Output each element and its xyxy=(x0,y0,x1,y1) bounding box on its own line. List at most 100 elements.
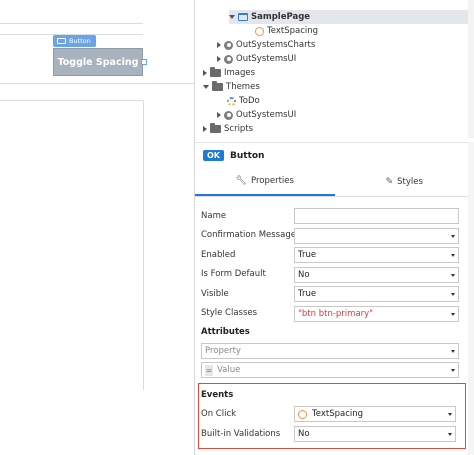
property-label: Enabled xyxy=(201,249,236,260)
chevron-down-icon[interactable] xyxy=(229,15,235,19)
visible-select[interactable]: True xyxy=(294,286,459,302)
canvas-guide-line xyxy=(0,83,194,84)
right-panel: SamplePage TextSpacing OutSystemsCharts … xyxy=(195,0,474,455)
property-label: Confirmation Message xyxy=(201,230,294,241)
dropdown-arrow-icon xyxy=(451,273,455,277)
tree-item-label: ToDo xyxy=(239,96,260,106)
events-section-title: Events xyxy=(201,390,234,400)
tree-item-label: OutSystemsCharts xyxy=(236,40,316,50)
dropdown-arrow-icon xyxy=(448,413,452,416)
tab-label: Styles xyxy=(397,177,423,187)
name-input[interactable] xyxy=(294,208,459,224)
element-tree: SamplePage TextSpacing OutSystemsCharts … xyxy=(195,0,474,138)
tree-item-label: TextSpacing xyxy=(267,26,319,36)
attribute-property-select[interactable]: Property xyxy=(201,343,459,359)
properties-tabs: 🔧︎ Properties ✎ Styles xyxy=(195,168,474,197)
design-canvas[interactable]: Button Toggle Spacing xyxy=(0,0,195,455)
property-label: Is Form Default xyxy=(201,269,266,280)
chevron-right-icon[interactable] xyxy=(217,112,221,118)
tree-item-outsystemsui-theme[interactable]: OutSystemsUI xyxy=(217,108,296,122)
properties-header: OK Button xyxy=(195,142,474,168)
on-click-select[interactable]: TextSpacing xyxy=(294,406,456,422)
enabled-select[interactable]: True xyxy=(294,247,459,263)
built-in-validations-select[interactable]: No xyxy=(294,426,456,442)
widget-badge: OK xyxy=(203,150,224,161)
toggle-spacing-label: Toggle Spacing xyxy=(57,56,139,68)
property-value: TextSpacing xyxy=(312,409,364,419)
wrench-icon: 🔧︎ xyxy=(235,176,247,186)
property-row-enabled: Enabled True xyxy=(195,245,474,265)
tree-item-textspacing[interactable]: TextSpacing xyxy=(255,24,318,38)
tree-item-label: Images xyxy=(224,68,256,78)
screen-icon xyxy=(298,409,307,419)
dropdown-arrow-icon xyxy=(451,312,455,316)
attribute-property-placeholder: Property xyxy=(205,346,241,356)
tree-item-outsystemsui[interactable]: OutSystemsUI xyxy=(217,52,296,66)
attributes-section-title: Attributes xyxy=(201,327,250,337)
style-classes-select[interactable]: "btn btn-primary" xyxy=(294,305,459,322)
property-row-confirmation-message: Confirmation Message xyxy=(195,226,474,246)
toggle-spacing-button[interactable]: Toggle Spacing xyxy=(53,48,143,76)
tree-item-outsystemscharts[interactable]: OutSystemsCharts xyxy=(217,38,315,52)
tree-item-label: OutSystemsUI xyxy=(236,110,297,120)
canvas-guide-line xyxy=(0,23,143,24)
property-row-style-classes: Style Classes "btn btn-primary" xyxy=(195,304,474,324)
widget-type-tag: Button xyxy=(53,35,96,47)
folder-icon xyxy=(210,123,221,133)
tab-label: Properties xyxy=(250,176,294,186)
tab-properties[interactable]: 🔧︎ Properties xyxy=(195,168,335,196)
module-icon xyxy=(224,54,233,64)
dropdown-arrow-icon xyxy=(451,254,455,257)
canvas-guide-line xyxy=(143,100,144,390)
property-value: No xyxy=(298,429,310,439)
tree-item-themes[interactable]: Themes xyxy=(203,80,260,94)
property-value: True xyxy=(298,250,317,260)
dropdown-arrow-icon xyxy=(451,234,455,238)
folder-icon xyxy=(212,81,223,91)
module-icon xyxy=(224,110,233,120)
selection-handle[interactable] xyxy=(141,59,147,65)
tree-item-label: OutSystemsUI xyxy=(236,54,297,64)
chevron-down-icon[interactable] xyxy=(203,85,209,89)
property-row-name: Name xyxy=(195,206,474,226)
equals-chip: = xyxy=(205,364,213,376)
tree-item-images[interactable]: Images xyxy=(203,66,255,80)
tab-styles[interactable]: ✎ Styles xyxy=(335,168,474,196)
property-value: True xyxy=(298,289,317,299)
brush-icon: ✎ xyxy=(385,177,394,187)
chevron-right-icon[interactable] xyxy=(217,42,221,48)
canvas-guide-line xyxy=(0,100,143,101)
chevron-right-icon[interactable] xyxy=(203,126,207,132)
property-label: Style Classes xyxy=(201,308,258,319)
module-icon xyxy=(224,40,233,50)
property-label: Name xyxy=(201,210,227,221)
tree-item-samplepage[interactable]: SamplePage xyxy=(229,10,468,24)
folder-icon xyxy=(210,67,221,77)
property-row-visible: Visible True xyxy=(195,284,474,304)
property-value: "btn btn-primary" xyxy=(298,308,374,319)
properties-title: Button xyxy=(230,150,265,161)
property-row-on-click: On Click TextSpacing xyxy=(195,404,474,424)
attribute-value-select[interactable]: = Value xyxy=(201,362,459,378)
tree-item-todo[interactable]: ToDo xyxy=(227,94,260,108)
dropdown-arrow-icon xyxy=(451,350,455,353)
is-form-default-select[interactable]: No xyxy=(294,266,459,283)
page-icon xyxy=(238,13,248,21)
dropdown-arrow-icon xyxy=(451,293,455,296)
confirmation-message-select[interactable] xyxy=(294,227,459,244)
chevron-right-icon[interactable] xyxy=(217,56,221,62)
widget-type-label: Button xyxy=(69,37,91,45)
tree-item-label: SamplePage xyxy=(251,12,311,22)
tree-item-scripts[interactable]: Scripts xyxy=(203,122,253,136)
property-row-is-form-default: Is Form Default No xyxy=(195,265,474,285)
attribute-value-placeholder: Value xyxy=(217,365,241,375)
property-label: Built-in Validations xyxy=(201,428,281,439)
properties-scrollbar[interactable] xyxy=(468,142,474,455)
property-label: Visible xyxy=(201,288,229,299)
dropdown-arrow-icon xyxy=(451,369,455,372)
tree-scrollbar[interactable] xyxy=(468,0,474,138)
theme-icon xyxy=(227,96,236,106)
tree-item-label: Scripts xyxy=(224,124,254,134)
chevron-right-icon[interactable] xyxy=(203,70,207,76)
property-row-built-in-validations: Built-in Validations No xyxy=(195,424,474,444)
